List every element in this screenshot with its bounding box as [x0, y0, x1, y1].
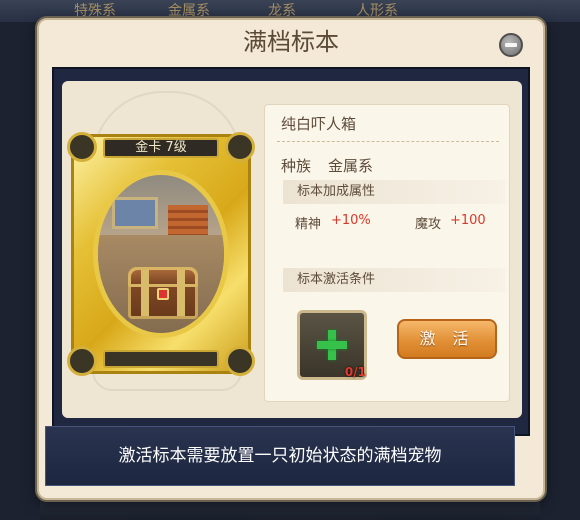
- specimen-slot[interactable]: 0/1: [297, 310, 367, 380]
- card-corner-ornament: [225, 132, 255, 162]
- pet-name: 纯白吓人箱: [281, 115, 357, 133]
- slot-count: 0/1: [344, 365, 366, 379]
- card-corner-ornament: [67, 346, 97, 376]
- bg-tab-dragon[interactable]: 龙系: [268, 0, 296, 19]
- attr-label-magic-attack: 魔攻: [415, 217, 442, 232]
- instruction-banner: 激活标本需要放置一只初始状态的满档宠物: [45, 426, 515, 486]
- card-rank-label: 金卡 7级: [103, 138, 219, 158]
- chest-lid: [128, 267, 198, 287]
- card-corner-ornament: [225, 346, 255, 376]
- pet-portrait: [93, 170, 229, 338]
- bonus-section-header: 标本加成属性: [283, 180, 505, 204]
- divider: [277, 141, 499, 142]
- modal-content: 金卡 7级 纯白吓人箱 种族 金属系 标本加成属性 精神 +10% 魔攻 +10…: [62, 81, 522, 418]
- card-footer-plate: [103, 350, 219, 368]
- treasure-chest-icon: [128, 267, 198, 319]
- bg-tab-special[interactable]: 特殊系: [74, 0, 116, 19]
- scene-stairs: [168, 205, 208, 235]
- chest-band: [141, 270, 149, 316]
- modal-title: 满档标本: [243, 28, 339, 56]
- attr-value-spirit: +10%: [331, 213, 371, 228]
- activate-button[interactable]: 激 活: [397, 319, 497, 359]
- modal-frame: 金卡 7级 纯白吓人箱 种族 金属系 标本加成属性 精神 +10% 魔攻 +10…: [52, 67, 530, 436]
- race-value: 金属系: [328, 157, 374, 175]
- attr-label-spirit: 精神: [295, 217, 322, 232]
- pet-info-panel: 纯白吓人箱 种族 金属系 标本加成属性 精神 +10% 魔攻 +100 标本激活…: [264, 104, 510, 402]
- chest-lock-icon: [157, 288, 169, 300]
- plus-icon: [317, 330, 347, 360]
- activation-section-header: 标本激活条件: [283, 268, 505, 292]
- attr-value-magic-attack: +100: [450, 213, 486, 228]
- race-label: 种族: [281, 157, 312, 175]
- card-corner-ornament: [67, 132, 97, 162]
- bg-tab-metal[interactable]: 金属系: [168, 0, 210, 19]
- chest-band: [177, 270, 185, 316]
- minus-circle-icon[interactable]: [499, 33, 523, 57]
- pet-card: 金卡 7级: [67, 132, 255, 376]
- scene-window: [112, 197, 158, 229]
- bg-tab-humanoid[interactable]: 人形系: [356, 0, 398, 19]
